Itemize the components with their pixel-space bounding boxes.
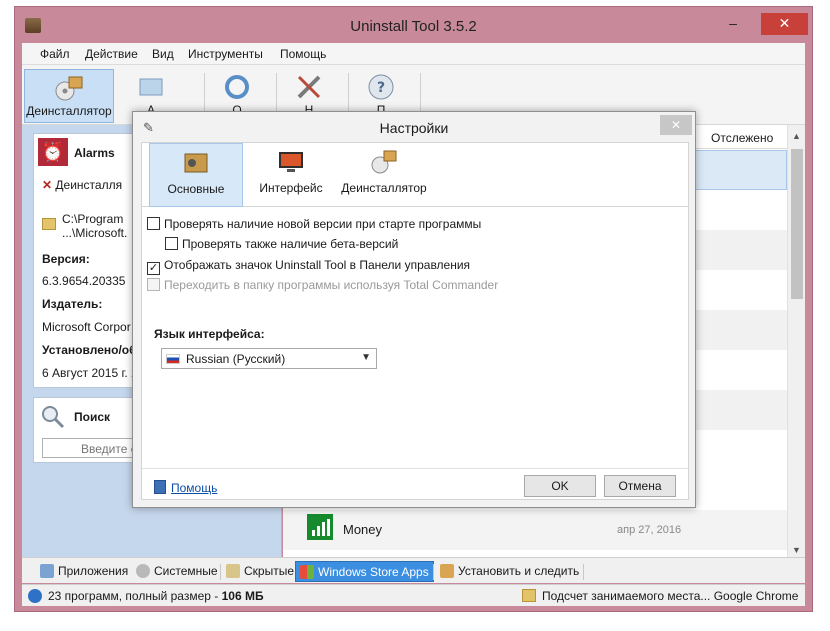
tab-general[interactable]: Основные xyxy=(149,143,243,207)
refresh-icon xyxy=(225,75,249,99)
tab-separator xyxy=(583,564,584,580)
language-label: Язык интерфейса: xyxy=(154,327,265,341)
tab-uninstaller[interactable]: Деинсталлятор xyxy=(336,143,432,207)
tab-system[interactable]: Системные xyxy=(132,561,222,582)
app-name: Money xyxy=(343,522,383,537)
search-title: Поиск xyxy=(74,410,111,424)
status-progress-text: Подсчет занимаемого места... Google Chro… xyxy=(542,589,799,603)
control-panel-icon-option[interactable]: ✓ Отображать значок Uninstall Tool в Пане… xyxy=(147,258,470,275)
tab-interface[interactable]: Интерфейс xyxy=(250,143,332,207)
cancel-button[interactable]: Отмена xyxy=(604,475,676,497)
tab-separator xyxy=(220,564,221,580)
version-label: Версия: xyxy=(42,252,90,266)
tools-icon xyxy=(297,75,321,99)
dialog-title: Настройки xyxy=(379,120,449,136)
tab-separator xyxy=(433,564,434,580)
list-scrollbar[interactable]: ▲ ▼ xyxy=(787,125,805,557)
check-updates-option[interactable]: Проверять наличие новой версии при старт… xyxy=(147,217,481,231)
windows-icon xyxy=(300,565,314,579)
general-settings-icon xyxy=(184,153,208,173)
tab-hidden[interactable]: Скрытые xyxy=(222,561,298,582)
tracked-column-header[interactable]: Отслежено xyxy=(711,131,773,145)
install-path[interactable]: C:\Program ...\Microsoft. xyxy=(62,212,127,240)
version-value: 6.3.9654.20335 xyxy=(42,274,126,288)
check-updates-checkbox[interactable] xyxy=(147,217,160,230)
help-book-icon xyxy=(154,480,166,494)
tab-install-track[interactable]: Установить и следить xyxy=(436,561,583,582)
list-item[interactable]: Money апр 27, 2016 xyxy=(283,510,787,550)
uninstaller-icon xyxy=(55,76,83,101)
folder-icon xyxy=(42,218,56,230)
tab-windows-store-apps[interactable]: Windows Store Apps xyxy=(295,561,434,582)
scroll-down-icon[interactable]: ▼ xyxy=(792,545,801,555)
publisher-label: Издатель: xyxy=(42,297,103,311)
divider xyxy=(142,468,688,469)
menu-bar: Файл Действие Вид Инструменты Помощь xyxy=(22,43,805,65)
menu-tools[interactable]: Инструменты xyxy=(188,47,263,61)
help-icon: ? xyxy=(368,74,394,100)
minimize-button[interactable]: – xyxy=(720,13,746,35)
uninstall-link[interactable]: ✕ Деинсталля xyxy=(42,178,122,192)
total-commander-checkbox xyxy=(147,278,160,291)
scroll-up-icon[interactable]: ▲ xyxy=(792,131,801,141)
status-bar: 23 программ, полный размер - 106 МБ Подс… xyxy=(22,584,805,606)
menu-action[interactable]: Действие xyxy=(85,47,138,61)
close-button[interactable] xyxy=(761,13,808,35)
search-icon xyxy=(42,406,65,429)
apps-icon xyxy=(40,564,54,578)
folder-icon xyxy=(522,589,536,602)
monitor-icon xyxy=(279,152,303,172)
check-beta-checkbox[interactable] xyxy=(165,237,178,250)
app-date: апр 27, 2016 xyxy=(617,524,682,536)
money-app-icon xyxy=(307,514,333,540)
info-icon xyxy=(28,589,42,603)
tab-apps[interactable]: Приложения xyxy=(36,561,132,582)
publisher-value: Microsoft Corpor xyxy=(42,320,131,334)
dialog-close-button[interactable] xyxy=(660,115,692,135)
autorun-icon xyxy=(139,78,163,96)
control-panel-icon-checkbox[interactable]: ✓ xyxy=(147,262,160,275)
installed-value: 6 Август 2015 г. 2 xyxy=(42,366,138,380)
settings-dialog: ✎ Настройки Основные Интерфейс xyxy=(132,111,696,508)
ok-button[interactable]: OK xyxy=(524,475,596,497)
help-link[interactable]: Помощь xyxy=(171,481,217,495)
menu-view[interactable]: Вид xyxy=(152,47,174,61)
settings-tabs: Основные Интерфейс Деинсталлятор xyxy=(142,143,688,207)
alarm-clock-icon: ⏰ xyxy=(38,138,68,166)
uninstall-x-icon: ✕ xyxy=(42,178,53,192)
language-value: Russian (Русский) xyxy=(186,352,286,366)
gear-icon xyxy=(136,564,150,578)
scrollbar-thumb[interactable] xyxy=(791,149,803,299)
svg-text:?: ? xyxy=(377,80,385,96)
uninstaller-icon xyxy=(371,150,397,174)
window-title: Uninstall Tool 3.5.2 xyxy=(350,18,477,35)
dialog-body: Основные Интерфейс Деинсталлятор Проверя… xyxy=(141,142,689,500)
hidden-icon xyxy=(226,564,240,578)
total-commander-option: Переходить в папку программы используя T… xyxy=(147,278,498,292)
chevron-down-icon: ▼ xyxy=(361,352,371,363)
app-name: Alarms xyxy=(74,146,115,160)
toolbar-uninstaller[interactable]: Деинсталлятор xyxy=(24,69,114,123)
menu-help[interactable]: Помощь xyxy=(280,47,326,61)
russia-flag-icon xyxy=(166,354,180,364)
title-bar[interactable]: Uninstall Tool 3.5.2 – □ xyxy=(15,7,812,43)
status-summary: 23 программ, полный размер - 106 МБ xyxy=(48,589,264,603)
category-tabs: Приложения Системные Скрытые Windows Sto… xyxy=(22,557,805,583)
menu-file[interactable]: Файл xyxy=(40,47,70,61)
install-track-icon xyxy=(440,564,454,578)
check-beta-option[interactable]: Проверять также наличие бета-версий xyxy=(165,237,398,251)
language-select[interactable]: Russian (Русский) ▼ xyxy=(161,348,377,369)
installed-label: Установлено/об xyxy=(42,343,137,357)
dialog-title-bar[interactable]: ✎ Настройки xyxy=(133,112,695,142)
